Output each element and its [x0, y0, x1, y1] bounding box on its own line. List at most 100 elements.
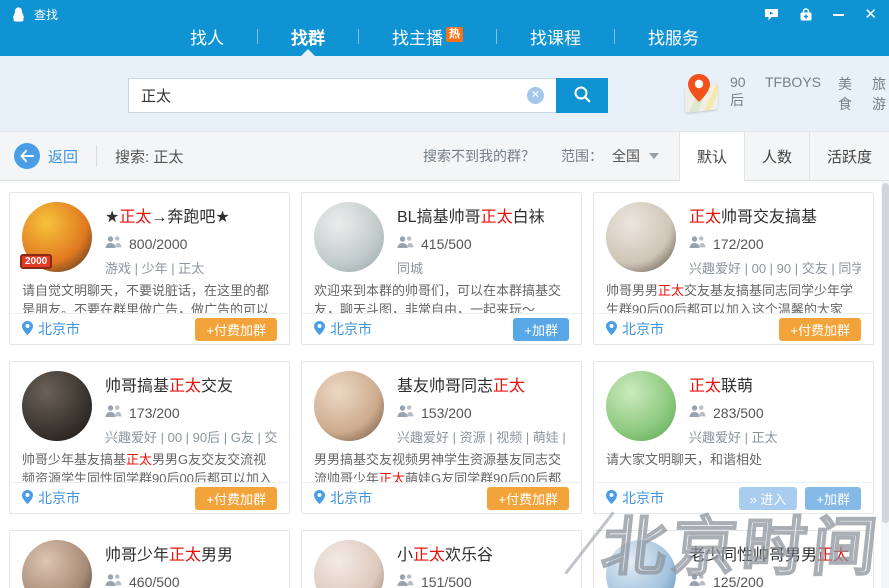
- nav-tab-1[interactable]: 找人: [157, 24, 257, 49]
- nav-tab-5[interactable]: 找服务: [615, 24, 732, 49]
- card-body: 2000★正太→奔跑吧★800/2000游戏 | 少年 | 正太请自觉文明聊天，…: [10, 193, 289, 313]
- group-avatar: [606, 371, 676, 441]
- feedback-bubble-icon[interactable]: [764, 8, 779, 22]
- group-title: 小正太欢乐谷: [397, 541, 493, 565]
- location-text: 北京市: [622, 488, 664, 508]
- results-area: 2000★正太→奔跑吧★800/2000游戏 | 少年 | 正太请自觉文明聊天，…: [0, 181, 889, 588]
- join-button[interactable]: +付费加群: [779, 318, 861, 341]
- group-tags: 同城: [397, 258, 545, 277]
- search-band: ✕ 90后 TFBOYS 美食旅游: [0, 56, 889, 131]
- member-count-row: 172/200: [689, 235, 861, 252]
- group-card[interactable]: 帅哥搞基正太交友173/200兴趣爱好 | 00 | 90后 | G友 | 交友…: [9, 361, 290, 514]
- scope-dropdown[interactable]: 范围： 全国: [561, 146, 659, 166]
- card-body: BL搞基帅哥正太白袜415/500同城欢迎来到本群的帅哥们，可以在本群搞基交友，…: [302, 193, 581, 313]
- titlebar: 查找 ✕: [0, 0, 889, 24]
- group-avatar: [314, 371, 384, 441]
- location-text: 北京市: [38, 319, 80, 339]
- sort-tab-1[interactable]: 默认: [679, 132, 744, 181]
- group-location: 北京市: [22, 488, 80, 508]
- member-count-row: 151/500: [397, 573, 493, 588]
- sort-tab-2[interactable]: 人数: [744, 132, 809, 180]
- hot-word-4[interactable]: 旅游: [872, 74, 889, 114]
- cant-find-link[interactable]: 搜索不到我的群？: [423, 146, 535, 166]
- group-tags: 兴趣爱好 | 正太: [689, 427, 778, 446]
- group-description: 请自觉文明聊天，不要说脏话，在这里的都是朋友。不要在群里做广告，做广告的可以私聊…: [22, 281, 277, 313]
- find-group-window: 查找 ✕ 找人 找群 找主播热找课程找服务 ✕: [0, 0, 889, 588]
- members-icon: [689, 404, 706, 421]
- group-card[interactable]: 老少同性帅哥男男正太125/200: [593, 530, 874, 588]
- hot-word-2[interactable]: TFBOYS: [765, 74, 821, 114]
- group-description: 帅哥男男正太交友基友搞基同志同学少年学生群90后00后都可以加入这个温馨的大家庭…: [606, 281, 861, 313]
- member-count: 800/2000: [129, 236, 187, 252]
- join-button[interactable]: +加群: [513, 318, 569, 341]
- card-body: 帅哥少年正太男男460/500: [10, 531, 289, 588]
- lock-plus-icon[interactable]: [799, 8, 813, 22]
- location-text: 北京市: [622, 319, 664, 339]
- nav-tab-label: 找人: [190, 29, 224, 48]
- members-icon: [397, 573, 414, 588]
- members-icon: [105, 573, 122, 588]
- minimize-button[interactable]: [833, 14, 844, 16]
- sort-tab-3[interactable]: 活跃度: [809, 132, 889, 180]
- sort-tabs: 默认人数活跃度: [679, 132, 889, 180]
- filter-right: 搜索不到我的群？ 范围： 全国 默认人数活跃度: [423, 132, 889, 180]
- search-input[interactable]: [128, 78, 556, 113]
- hot-word-1[interactable]: 90后: [730, 74, 748, 114]
- hot-words: 90后 TFBOYS 美食旅游: [730, 74, 889, 114]
- card-body: 小正太欢乐谷 151/500: [302, 531, 581, 588]
- group-tags: 兴趣爱好 | 资源 | 视频 | 萌娃 | 男...: [397, 427, 569, 446]
- group-location: 北京市: [314, 319, 372, 339]
- member-count: 460/500: [129, 574, 180, 588]
- group-tags: 兴趣爱好 | 00 | 90 | 交友 | 同学 | ...: [689, 258, 861, 277]
- members-icon: [105, 235, 122, 252]
- divider: [96, 145, 97, 167]
- group-card[interactable]: 2000★正太→奔跑吧★800/2000游戏 | 少年 | 正太请自觉文明聊天，…: [9, 192, 290, 345]
- member-count-row: 125/200: [689, 573, 849, 588]
- scrollbar-thumb[interactable]: [882, 183, 889, 523]
- members-icon: [105, 404, 122, 421]
- map-location-icon[interactable]: [682, 74, 715, 114]
- group-description: 帅哥少年基友搞基正太男男G友交友交流视频资源学生同性同学群90后00后都可以加入: [22, 450, 277, 482]
- join-button[interactable]: +付费加群: [195, 318, 277, 341]
- group-card[interactable]: 正太帅哥交友搞基 172/200 兴趣爱好 | 00 | 90 | 交友 | 同学 …: [593, 192, 874, 345]
- member-count-row: 460/500: [105, 573, 233, 588]
- nav-tab-4[interactable]: 找课程: [497, 24, 614, 49]
- group-description: 男男搞基交友视频男神学生资源基友同志交流帅哥少年正太萌娃G友同学群90后00后都…: [314, 450, 569, 482]
- group-location: 北京市: [314, 488, 372, 508]
- back-button[interactable]: 返回: [14, 132, 78, 180]
- join-button[interactable]: » 进入: [739, 487, 798, 510]
- group-card[interactable]: 小正太欢乐谷 151/500: [301, 530, 582, 588]
- group-card[interactable]: 帅哥少年正太男男460/500: [9, 530, 290, 588]
- join-button[interactable]: +付费加群: [487, 487, 569, 510]
- app-header: 查找 ✕ 找人 找群 找主播热找课程找服务: [0, 0, 889, 56]
- search-button[interactable]: [556, 78, 608, 113]
- nav-tab-3[interactable]: 找主播热: [359, 24, 496, 49]
- location-pin-icon: [314, 321, 325, 338]
- join-button[interactable]: +加群: [805, 487, 861, 510]
- back-label: 返回: [48, 146, 78, 167]
- group-location: 北京市: [22, 319, 80, 339]
- card-footer: 北京市 +付费加群: [594, 313, 873, 344]
- nav-tab-2[interactable]: 找群: [258, 24, 358, 49]
- join-button[interactable]: +付费加群: [195, 487, 277, 510]
- scope-value: 全国: [612, 146, 640, 166]
- group-location: 北京市: [606, 319, 664, 339]
- clear-search-icon[interactable]: ✕: [527, 87, 544, 104]
- window-controls: ✕: [764, 8, 877, 22]
- hot-word-3[interactable]: 美食: [838, 74, 855, 114]
- nav-tabs: 找人 找群 找主播热找课程找服务: [0, 24, 889, 49]
- nav-tab-label: 找群: [291, 29, 325, 48]
- group-title: 正太联萌: [689, 372, 778, 396]
- group-card[interactable]: 正太联萌283/500兴趣爱好 | 正太请大家文明聊天，和谐相处北京市» 进入+…: [593, 361, 874, 514]
- members-icon: [689, 235, 706, 252]
- group-card[interactable]: BL搞基帅哥正太白袜415/500同城欢迎来到本群的帅哥们，可以在本群搞基交友，…: [301, 192, 582, 345]
- card-body: 正太帅哥交友搞基 172/200 兴趣爱好 | 00 | 90 | 交友 | 同学 …: [594, 193, 873, 313]
- group-card[interactable]: 基友帅哥同志正太153/200兴趣爱好 | 资源 | 视频 | 萌娃 | 男..…: [301, 361, 582, 514]
- close-button[interactable]: ✕: [864, 9, 877, 21]
- group-description: 请大家文明聊天，和谐相处: [606, 450, 861, 482]
- search-box: ✕: [128, 78, 608, 113]
- members-icon: [689, 573, 706, 588]
- card-footer: 北京市 » 进入 +加群: [594, 482, 873, 513]
- group-title: 正太帅哥交友搞基: [689, 203, 861, 227]
- location-text: 北京市: [330, 319, 372, 339]
